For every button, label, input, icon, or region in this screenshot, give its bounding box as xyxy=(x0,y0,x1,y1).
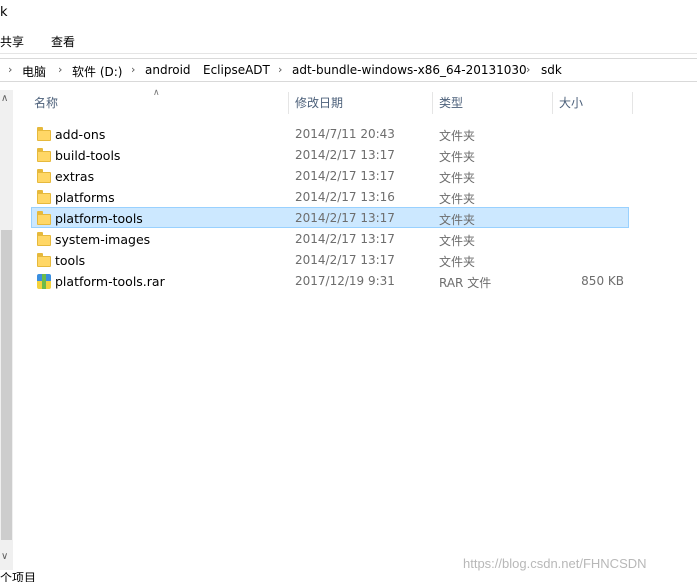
scrollbar-thumb[interactable] xyxy=(1,230,12,540)
breadcrumb-adt-bundle[interactable]: adt-bundle-windows-x86_64-20131030 xyxy=(292,63,527,77)
file-type: 文件夹 xyxy=(439,129,476,143)
list-item[interactable]: platforms 2014/2/17 13:16 文件夹 xyxy=(31,186,629,207)
file-type: RAR 文件 xyxy=(439,276,492,290)
file-size: 850 KB xyxy=(581,274,624,288)
file-date: 2014/2/17 13:17 xyxy=(295,253,395,267)
list-item[interactable]: tools 2014/2/17 13:17 文件夹 xyxy=(31,249,629,270)
file-name: tools xyxy=(55,253,86,268)
folder-icon xyxy=(37,169,51,183)
file-date: 2014/2/17 13:17 xyxy=(295,169,395,183)
file-name: platform-tools.rar xyxy=(55,274,165,289)
column-divider[interactable] xyxy=(632,92,633,114)
column-date[interactable]: 修改日期 xyxy=(289,90,432,116)
scroll-down-icon[interactable]: ∨ xyxy=(1,551,8,562)
list-item[interactable]: platform-tools.rar 2017/12/19 9:31 RAR 文… xyxy=(31,270,629,291)
chevron-right-icon[interactable]: › xyxy=(526,63,530,76)
file-type: 文件夹 xyxy=(439,192,476,206)
ribbon-tabs: 共享 查看 xyxy=(0,28,697,54)
status-bar-item-count: 个项目 xyxy=(0,571,37,582)
list-item-selected[interactable]: platform-tools 2014/2/17 13:17 文件夹 xyxy=(31,207,629,228)
file-name: extras xyxy=(55,169,95,184)
file-type: 文件夹 xyxy=(439,234,476,248)
breadcrumb-eclipseadt[interactable]: EclipseADT xyxy=(203,63,270,77)
breadcrumb-drive-d[interactable]: 软件 (D:) xyxy=(72,63,122,80)
file-type: 文件夹 xyxy=(439,255,476,269)
file-type: 文件夹 xyxy=(439,213,476,227)
chevron-right-icon[interactable]: › xyxy=(58,63,62,76)
watermark: https://blog.csdn.net/FHNCSDN xyxy=(463,556,647,571)
list-item[interactable]: extras 2014/2/17 13:17 文件夹 xyxy=(31,165,629,186)
column-type[interactable]: 类型 xyxy=(433,90,552,116)
address-bar[interactable]: › 电脑 › 软件 (D:) › android EclipseADT › ad… xyxy=(0,58,697,82)
file-date: 2014/2/17 13:17 xyxy=(295,148,395,162)
breadcrumb-computer[interactable]: 电脑 xyxy=(22,63,46,80)
tab-view[interactable]: 查看 xyxy=(51,33,75,50)
rar-archive-icon xyxy=(37,274,51,289)
folder-icon xyxy=(37,211,51,225)
file-name: platform-tools xyxy=(55,211,143,226)
scroll-up-icon[interactable]: ∧ xyxy=(1,93,8,104)
breadcrumb-android[interactable]: android xyxy=(145,63,191,77)
file-date: 2014/7/11 20:43 xyxy=(295,127,395,141)
file-name: system-images xyxy=(55,232,151,247)
file-date: 2014/2/17 13:17 xyxy=(295,232,395,246)
folder-icon xyxy=(37,127,51,141)
file-date: 2017/12/19 9:31 xyxy=(295,274,395,288)
file-date: 2014/2/17 13:16 xyxy=(295,190,395,204)
file-name: add-ons xyxy=(55,127,106,142)
chevron-right-icon[interactable]: › xyxy=(278,63,282,76)
folder-icon xyxy=(37,253,51,267)
breadcrumb-sdk[interactable]: sdk xyxy=(541,63,562,77)
folder-icon xyxy=(37,148,51,162)
folder-icon xyxy=(37,190,51,204)
chevron-right-icon[interactable]: › xyxy=(8,63,12,76)
file-type: 文件夹 xyxy=(439,150,476,164)
file-date: 2014/2/17 13:17 xyxy=(295,211,395,225)
list-item[interactable]: add-ons 2014/7/11 20:43 文件夹 xyxy=(31,123,629,144)
column-name[interactable]: 名称 xyxy=(28,90,280,116)
window-title: k xyxy=(0,5,8,20)
chevron-right-icon[interactable]: › xyxy=(131,63,135,76)
file-name: platforms xyxy=(55,190,115,205)
tab-share[interactable]: 共享 xyxy=(0,33,24,50)
folder-icon xyxy=(37,232,51,246)
column-size[interactable]: 大小 xyxy=(553,90,631,116)
column-header: 名称 修改日期 类型 大小 xyxy=(22,90,634,116)
file-type: 文件夹 xyxy=(439,171,476,185)
file-name: build-tools xyxy=(55,148,121,163)
list-item[interactable]: system-images 2014/2/17 13:17 文件夹 xyxy=(31,228,629,249)
list-item[interactable]: build-tools 2014/2/17 13:17 文件夹 xyxy=(31,144,629,165)
